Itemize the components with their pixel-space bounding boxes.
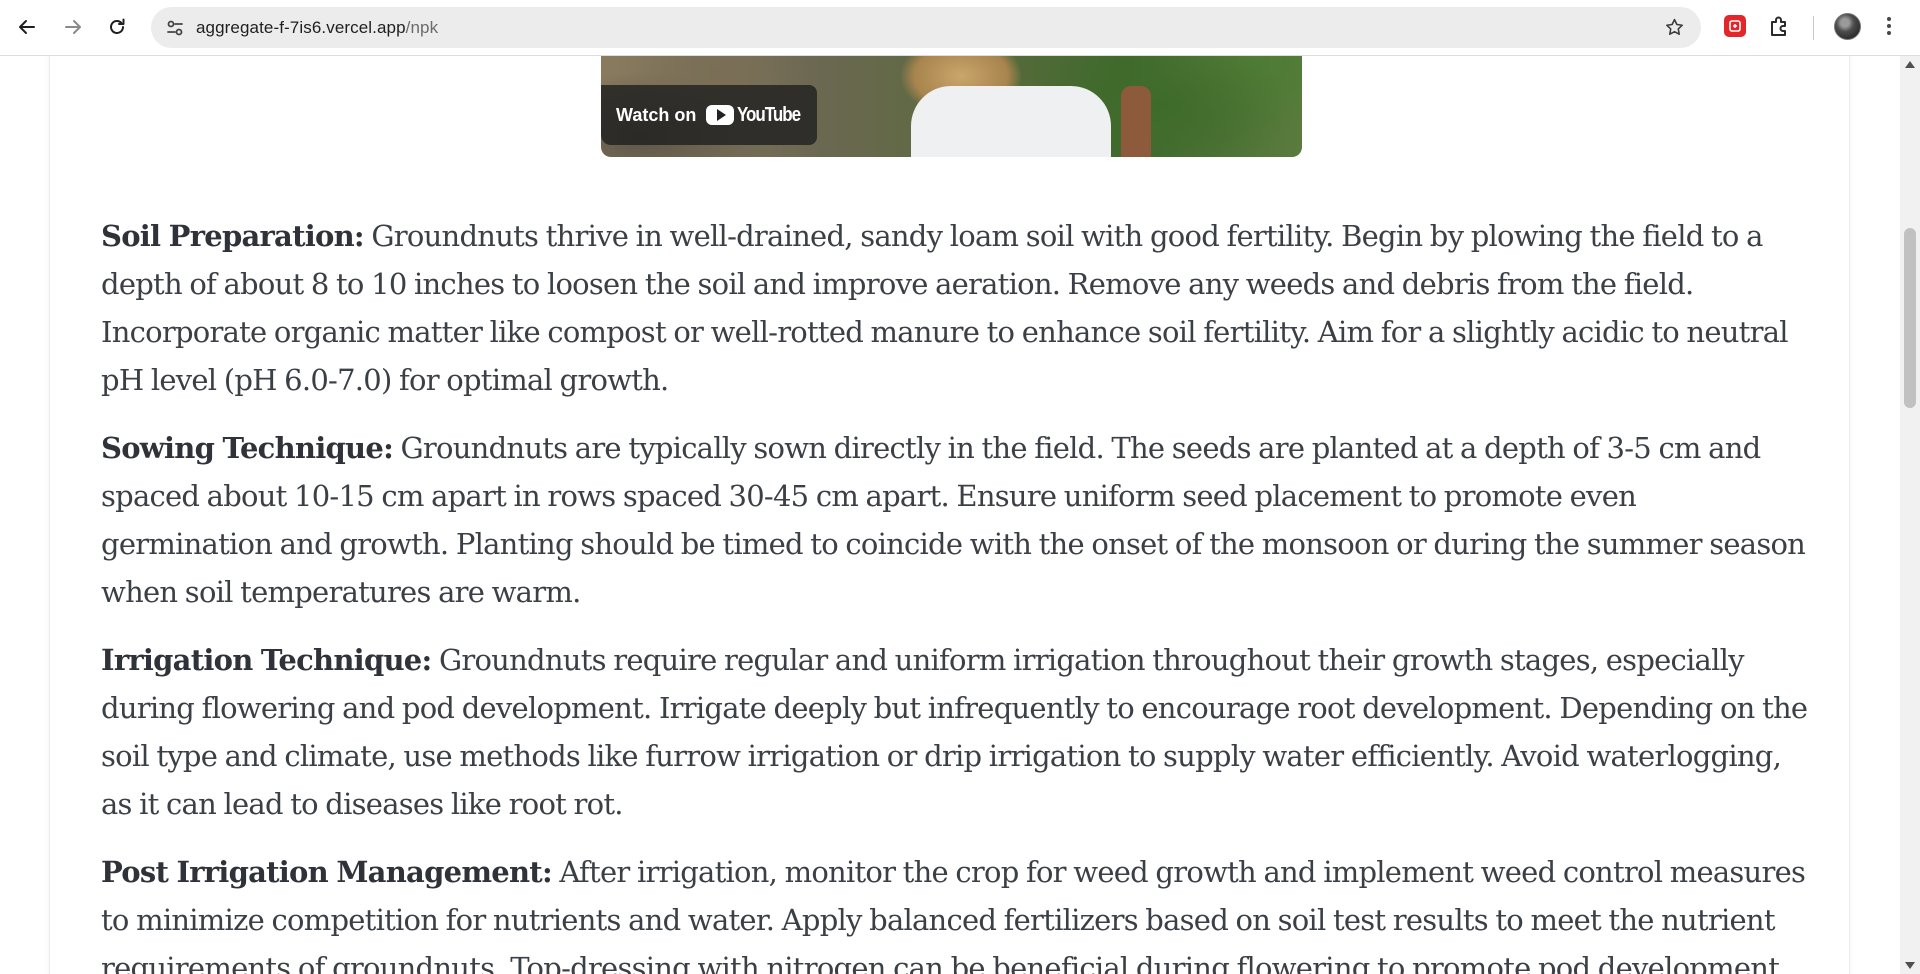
- section-soil-preparation: Soil Preparation: Groundnuts thrive in w…: [101, 212, 1811, 404]
- youtube-wordmark: YouTube: [737, 103, 801, 126]
- extension-glyph-icon: [1729, 20, 1741, 32]
- avatar[interactable]: [1834, 13, 1861, 40]
- tune-icon[interactable]: [165, 18, 185, 38]
- url-text[interactable]: aggregate-f-7is6.vercel.app/npk: [196, 7, 438, 48]
- scroll-down-icon[interactable]: [1905, 962, 1915, 969]
- reload-button[interactable]: [99, 9, 135, 45]
- youtube-play-icon: [706, 105, 735, 125]
- video-thumbnail-figure: [911, 86, 1111, 157]
- content-card: Watch on YouTube Soil Preparation: Groun…: [49, 56, 1850, 974]
- video-embed[interactable]: Watch on YouTube: [601, 56, 1302, 157]
- youtube-logo: YouTube: [706, 104, 811, 127]
- browser-toolbar: aggregate-f-7is6.vercel.app/npk: [0, 0, 1920, 56]
- article-body: Soil Preparation: Groundnuts thrive in w…: [101, 212, 1811, 974]
- section-post-irrigation: Post Irrigation Management: After irriga…: [101, 848, 1811, 974]
- address-bar[interactable]: aggregate-f-7is6.vercel.app/npk: [151, 7, 1701, 48]
- section-heading: Irrigation Technique:: [101, 643, 432, 677]
- url-host: aggregate-f-7is6.vercel.app: [196, 18, 406, 37]
- puzzle-icon[interactable]: [1767, 13, 1793, 39]
- extension-red-icon[interactable]: [1724, 15, 1746, 37]
- arrow-left-icon: [19, 20, 35, 34]
- reload-icon: [110, 18, 125, 34]
- back-button[interactable]: [9, 9, 45, 45]
- section-heading: Soil Preparation:: [101, 219, 365, 253]
- star-icon[interactable]: [1664, 17, 1685, 38]
- forward-button[interactable]: [55, 9, 91, 45]
- watch-label: Watch on: [616, 104, 697, 125]
- arrow-right-icon: [65, 20, 81, 34]
- section-sowing-technique: Sowing Technique: Groundnuts are typical…: [101, 424, 1811, 616]
- url-path: /npk: [405, 18, 439, 37]
- toolbar-divider: [1813, 16, 1814, 40]
- video-thumbnail-arm: [1121, 86, 1151, 157]
- scroll-thumb[interactable]: [1904, 228, 1916, 408]
- section-heading: Sowing Technique:: [101, 431, 394, 465]
- section-heading: Post Irrigation Management:: [101, 855, 553, 889]
- page-viewport: Watch on YouTube Soil Preparation: Groun…: [0, 56, 1900, 974]
- watch-on-youtube-button[interactable]: Watch on YouTube: [601, 85, 817, 145]
- page-scrollbar[interactable]: [1900, 56, 1920, 974]
- section-irrigation-technique: Irrigation Technique: Groundnuts require…: [101, 636, 1811, 828]
- scroll-up-icon[interactable]: [1905, 61, 1915, 68]
- kebab-menu-icon[interactable]: [1885, 14, 1893, 40]
